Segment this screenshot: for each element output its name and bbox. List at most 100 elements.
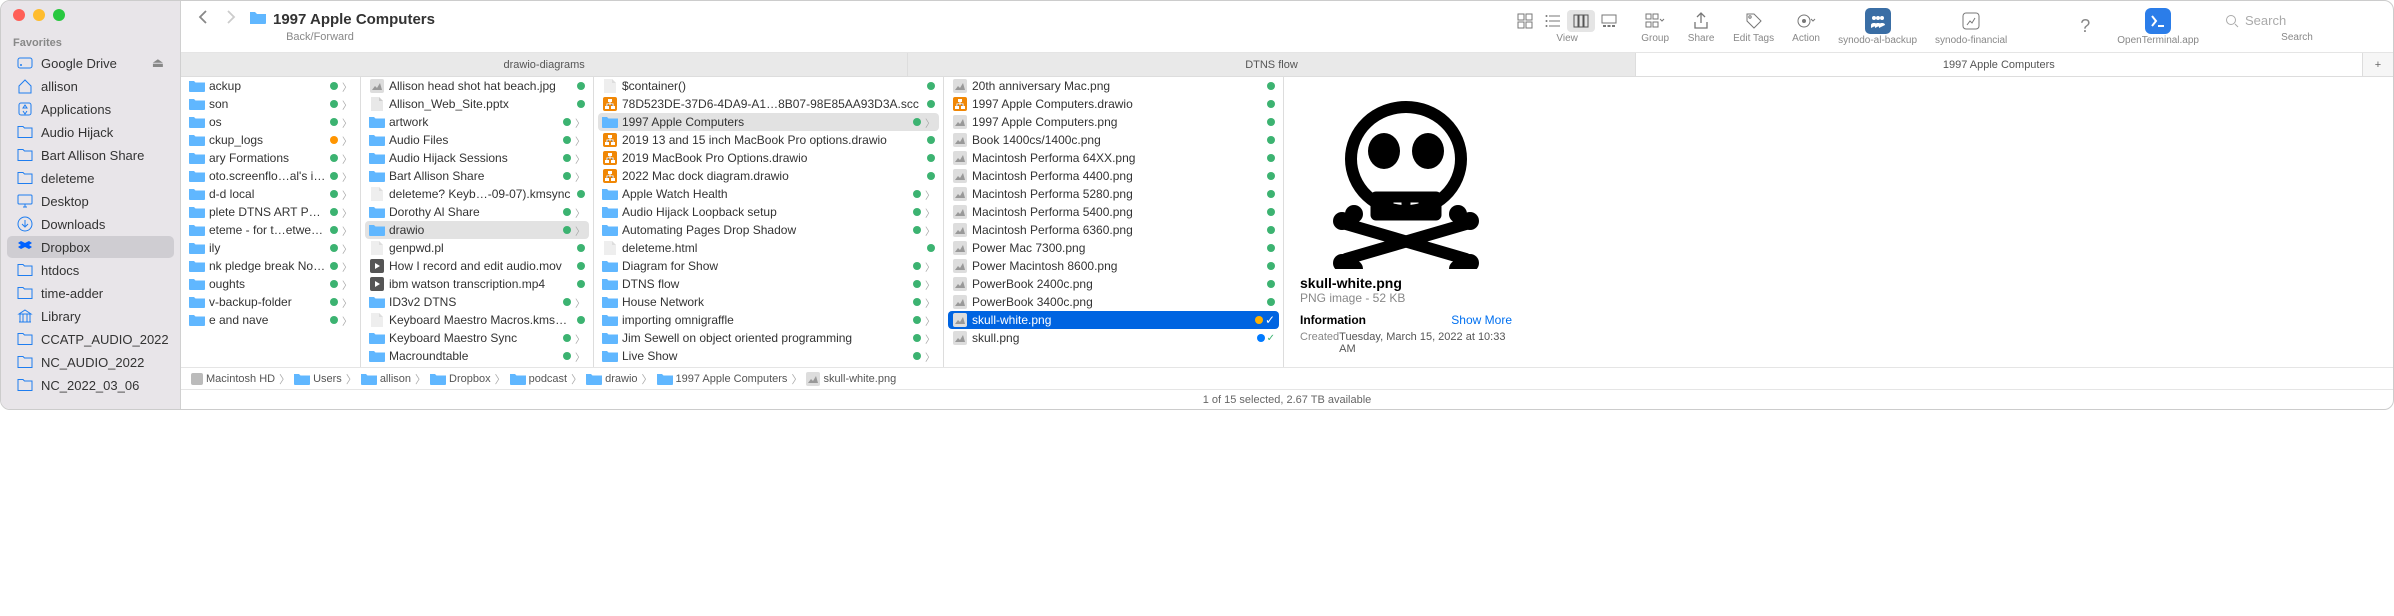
file-row[interactable]: plete DTNS ART Pack〉 [181, 203, 360, 221]
file-row[interactable]: skull-white.png✓ [948, 311, 1279, 329]
file-row[interactable]: e and nave〉 [181, 311, 360, 329]
sidebar-item[interactable]: Bart Allison Share [7, 144, 174, 166]
file-row[interactable]: Apple Watch Health〉 [594, 185, 943, 203]
sidebar-item[interactable]: Applications [7, 98, 174, 120]
file-row[interactable]: deleteme? Keyb…-09-07).kmsync [361, 185, 593, 203]
file-row[interactable]: ary Formations〉 [181, 149, 360, 167]
file-row[interactable]: ibm watson transcription.mp4 [361, 275, 593, 293]
file-row[interactable]: Live Show〉 [594, 347, 943, 365]
file-row[interactable]: Macroundtable〉 [361, 347, 593, 365]
sidebar-item[interactable]: Audio Hijack [7, 121, 174, 143]
file-row[interactable]: Allison_Web_Site.pptx [361, 95, 593, 113]
tab[interactable]: 1997 Apple Computers [1636, 53, 2363, 76]
file-row[interactable]: Audio Hijack Loopback setup〉 [594, 203, 943, 221]
action-button[interactable]: Action [1786, 10, 1826, 44]
sidebar-item[interactable]: allison [7, 75, 174, 97]
file-row[interactable]: Power Macintosh 8600.png [944, 257, 1283, 275]
gallery-view-button[interactable] [1595, 10, 1623, 32]
edit-tags-button[interactable]: Edit Tags [1727, 10, 1780, 44]
zoom-button[interactable] [53, 9, 65, 21]
file-row[interactable]: Macintosh Performa 64XX.png [944, 149, 1283, 167]
file-row[interactable]: Allison head shot hat beach.jpg [361, 77, 593, 95]
file-row[interactable]: Macintosh Performa 4400.png [944, 167, 1283, 185]
file-row[interactable]: PowerBook 3400c.png [944, 293, 1283, 311]
tab[interactable]: DTNS flow [908, 53, 1635, 76]
file-row[interactable]: Automating Pages Drop Shadow〉 [594, 221, 943, 239]
file-row[interactable]: d-d local〉 [181, 185, 360, 203]
file-row[interactable]: Dorothy Al Share〉 [361, 203, 593, 221]
file-row[interactable]: DTNS flow〉 [594, 275, 943, 293]
sidebar-item[interactable]: Google Drive⏏ [7, 52, 174, 74]
file-row[interactable]: Power Mac 7300.png [944, 239, 1283, 257]
file-row[interactable]: Keyboard Maestro Sync〉 [361, 329, 593, 347]
file-row[interactable]: oto.screenflo…al's invalid files)〉 [181, 167, 360, 185]
file-row[interactable]: $container() [594, 77, 943, 95]
group-button[interactable]: Group [1635, 10, 1675, 44]
path-crumb[interactable]: skull-white.png [806, 372, 896, 386]
file-row[interactable]: drawio〉 [365, 221, 589, 239]
sidebar-item[interactable]: Library [7, 305, 174, 327]
synodo-backup-button[interactable]: synodo-al-backup [1832, 8, 1923, 46]
sidebar-item[interactable]: Downloads [7, 213, 174, 235]
sidebar-item[interactable]: Desktop [7, 190, 174, 212]
show-more-button[interactable]: Show More [1451, 313, 1512, 327]
file-row[interactable]: 2022 Mac dock diagram.drawio [594, 167, 943, 185]
file-row[interactable]: Audio Files〉 [361, 131, 593, 149]
file-row[interactable]: skull.png✓ [944, 329, 1283, 347]
file-row[interactable]: eteme - for t…etween accounts〉 [181, 221, 360, 239]
minimize-button[interactable] [33, 9, 45, 21]
file-row[interactable]: PowerBook 2400c.png [944, 275, 1283, 293]
file-row[interactable]: v-backup-folder〉 [181, 293, 360, 311]
file-row[interactable]: nk pledge break NosillaCast〉 [181, 257, 360, 275]
sidebar-item[interactable]: NC_2022_03_06 [7, 374, 174, 396]
file-row[interactable]: importing omnigraffle〉 [594, 311, 943, 329]
eject-icon[interactable]: ⏏ [152, 55, 164, 71]
file-row[interactable]: Macintosh Performa 5280.png [944, 185, 1283, 203]
file-row[interactable]: Jim Sewell on object oriented programmin… [594, 329, 943, 347]
file-row[interactable]: Book 1400cs/1400c.png [944, 131, 1283, 149]
file-row[interactable]: How I record and edit audio.mov [361, 257, 593, 275]
file-row[interactable]: 2019 13 and 15 inch MacBook Pro options.… [594, 131, 943, 149]
open-terminal-button[interactable]: OpenTerminal.app [2111, 8, 2205, 46]
path-crumb[interactable]: allison [361, 373, 411, 385]
path-crumb[interactable]: 1997 Apple Computers [657, 373, 788, 385]
file-row[interactable]: ily〉 [181, 239, 360, 257]
list-view-button[interactable] [1539, 10, 1567, 32]
sidebar-item[interactable]: NC_AUDIO_2022 [7, 351, 174, 373]
path-crumb[interactable]: drawio [586, 373, 637, 385]
tab[interactable]: drawio-diagrams [181, 53, 908, 76]
share-button[interactable]: Share [1681, 10, 1721, 44]
file-row[interactable]: House Network〉 [594, 293, 943, 311]
synodo-financial-button[interactable]: synodo-financial [1929, 8, 2013, 46]
file-row[interactable]: 1997 Apple Computers.drawio [944, 95, 1283, 113]
file-row[interactable]: 20th anniversary Mac.png [944, 77, 1283, 95]
back-button[interactable] [197, 10, 209, 29]
file-row[interactable]: ckup_logs〉 [181, 131, 360, 149]
file-row[interactable]: 2019 MacBook Pro Options.drawio [594, 149, 943, 167]
file-row[interactable]: ackup〉 [181, 77, 360, 95]
file-row[interactable]: 1997 Apple Computers〉 [598, 113, 939, 131]
search-input[interactable]: Search [2217, 10, 2377, 31]
file-row[interactable]: ID3v2 DTNS〉 [361, 293, 593, 311]
file-row[interactable]: Diagram for Show〉 [594, 257, 943, 275]
file-row[interactable]: 78D523DE-37D6-4DA9-A1…8B07-98E85AA93D3A.… [594, 95, 943, 113]
file-row[interactable]: Audio Hijack Sessions〉 [361, 149, 593, 167]
sidebar-item[interactable]: CCATP_AUDIO_2022 [7, 328, 174, 350]
help-button[interactable]: ? [2065, 15, 2105, 38]
file-row[interactable]: oughts〉 [181, 275, 360, 293]
file-row[interactable]: Macintosh Performa 5400.png [944, 203, 1283, 221]
file-row[interactable]: os〉 [181, 113, 360, 131]
file-row[interactable]: artwork〉 [361, 113, 593, 131]
file-row[interactable]: Keyboard Maestro Macros.kmsync [361, 311, 593, 329]
file-row[interactable]: son〉 [181, 95, 360, 113]
path-crumb[interactable]: Dropbox [430, 373, 491, 385]
column-view-button[interactable] [1567, 10, 1595, 32]
path-crumb[interactable]: podcast [510, 373, 568, 385]
sidebar-item[interactable]: htdocs [7, 259, 174, 281]
new-tab-button[interactable]: + [2363, 53, 2393, 76]
file-row[interactable]: 1997 Apple Computers.png [944, 113, 1283, 131]
path-crumb[interactable]: Macintosh HD [191, 373, 275, 385]
forward-button[interactable] [225, 10, 237, 29]
path-crumb[interactable]: Users [294, 373, 342, 385]
file-row[interactable]: genpwd.pl [361, 239, 593, 257]
